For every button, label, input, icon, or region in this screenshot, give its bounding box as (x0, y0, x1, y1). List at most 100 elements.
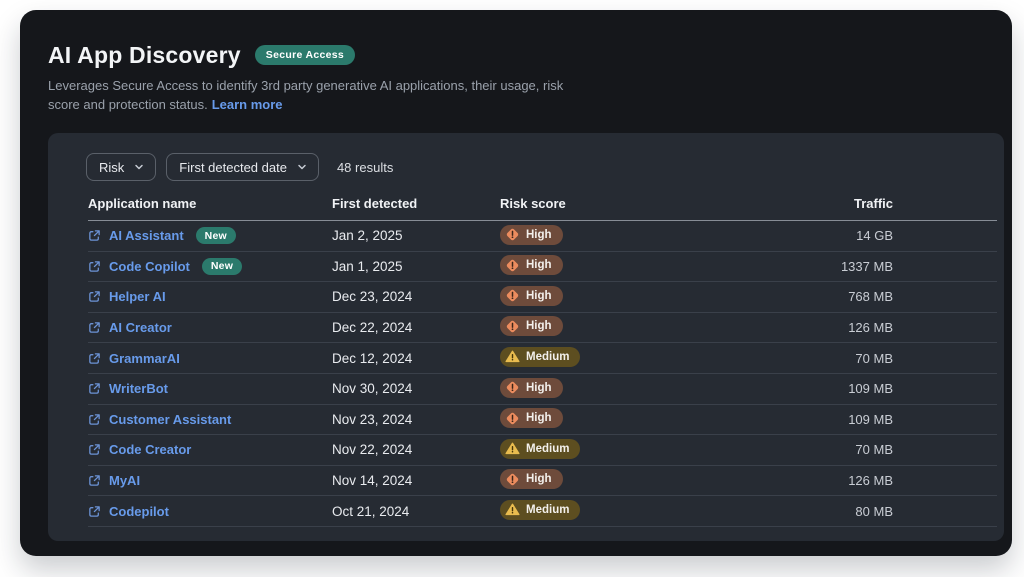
app-link[interactable]: Customer Assistant (88, 412, 231, 427)
table-body: AI Assistant New Jan 2, 2025 High 14 GB (88, 221, 997, 527)
application-name-cell: Code Creator (88, 442, 332, 457)
risk-badge: High (500, 286, 563, 306)
first-detected-value: Jan 2, 2025 (332, 228, 500, 243)
first-detected-date-dropdown[interactable]: First detected date (166, 153, 319, 181)
results-count: 48 results (337, 160, 393, 175)
app-name-label: MyAI (109, 473, 140, 488)
chevron-down-icon (133, 161, 145, 173)
description-line-1: Leverages Secure Access to identify 3rd … (48, 78, 563, 93)
app-link[interactable]: MyAI (88, 473, 140, 488)
table-row: GrammarAI Dec 12, 2024 Medium 70 MB (88, 343, 997, 374)
table-row: Code Creator Nov 22, 2024 Medium 70 MB (88, 435, 997, 466)
risk-badge: High (500, 469, 563, 489)
warning-diamond-icon (505, 472, 520, 487)
table-row: Customer Assistant Nov 23, 2024 High 109… (88, 405, 997, 436)
application-name-cell: GrammarAI (88, 351, 332, 366)
app-link[interactable]: Code Creator (88, 442, 191, 457)
results-card: Risk First detected date 48 results Appl… (48, 133, 1004, 541)
traffic-value: 70 MB (797, 351, 997, 366)
app-name-label: AI Creator (109, 320, 172, 335)
risk-label: High (526, 412, 552, 424)
warning-triangle-icon (505, 349, 520, 364)
traffic-value: 80 MB (797, 504, 997, 519)
risk-badge: Medium (500, 439, 580, 459)
risk-label: Medium (526, 351, 569, 363)
first-detected-value: Nov 14, 2024 (332, 473, 500, 488)
warning-diamond-icon (505, 319, 520, 334)
risk-score-cell: High (500, 378, 797, 401)
external-link-icon (88, 443, 101, 456)
first-detected-value: Dec 12, 2024 (332, 351, 500, 366)
app-name-label: Helper AI (109, 289, 166, 304)
application-name-cell: AI Assistant New (88, 227, 332, 244)
ai-app-discovery-window: AI App Discovery Secure Access Leverages… (20, 10, 1012, 556)
first-detected-value: Oct 21, 2024 (332, 504, 500, 519)
traffic-value: 70 MB (797, 442, 997, 457)
column-header-risk-score: Risk score (500, 196, 797, 211)
risk-badge: High (500, 316, 563, 336)
table-row: WriterBot Nov 30, 2024 High 109 MB (88, 374, 997, 405)
table-row: Helper AI Dec 23, 2024 High 768 MB (88, 282, 997, 313)
risk-label: High (526, 382, 552, 394)
risk-score-cell: Medium (500, 439, 797, 462)
risk-filter-dropdown[interactable]: Risk (86, 153, 156, 181)
warning-triangle-icon (505, 502, 520, 517)
risk-score-cell: Medium (500, 500, 797, 523)
app-name-label: GrammarAI (109, 351, 180, 366)
external-link-icon (88, 321, 101, 334)
traffic-value: 768 MB (797, 289, 997, 304)
risk-badge: Medium (500, 347, 580, 367)
risk-badge: Medium (500, 500, 580, 520)
date-filter-label: First detected date (179, 160, 287, 175)
traffic-value: 1337 MB (797, 259, 997, 274)
first-detected-value: Jan 1, 2025 (332, 259, 500, 274)
warning-diamond-icon (505, 288, 520, 303)
app-name-label: Customer Assistant (109, 412, 231, 427)
risk-badge: High (500, 255, 563, 275)
external-link-icon (88, 260, 101, 273)
app-link[interactable]: AI Assistant (88, 228, 184, 243)
external-link-icon (88, 413, 101, 426)
external-link-icon (88, 229, 101, 242)
risk-score-cell: High (500, 255, 797, 278)
risk-label: High (526, 320, 552, 332)
page-title: AI App Discovery (48, 41, 241, 69)
app-link[interactable]: GrammarAI (88, 351, 180, 366)
new-badge: New (196, 227, 236, 244)
app-link[interactable]: Codepilot (88, 504, 169, 519)
risk-label: High (526, 259, 552, 271)
warning-triangle-icon (505, 441, 520, 456)
first-detected-value: Dec 23, 2024 (332, 289, 500, 304)
table-row: Codepilot Oct 21, 2024 Medium 80 MB (88, 496, 997, 527)
applications-table: Application name First detected Risk sco… (88, 196, 997, 527)
app-link[interactable]: Code Copilot (88, 259, 190, 274)
app-link[interactable]: AI Creator (88, 320, 172, 335)
risk-label: High (526, 229, 552, 241)
learn-more-link[interactable]: Learn more (212, 97, 283, 112)
filter-bar: Risk First detected date 48 results (48, 133, 1004, 181)
warning-diamond-icon (505, 380, 520, 395)
app-link[interactable]: WriterBot (88, 381, 168, 396)
chevron-down-icon (296, 161, 308, 173)
external-link-icon (88, 290, 101, 303)
table-row: MyAI Nov 14, 2024 High 126 MB (88, 466, 997, 497)
risk-badge: High (500, 408, 563, 428)
first-detected-value: Dec 22, 2024 (332, 320, 500, 335)
traffic-value: 109 MB (797, 381, 997, 396)
risk-score-cell: High (500, 225, 797, 248)
risk-label: Medium (526, 443, 569, 455)
traffic-value: 126 MB (797, 473, 997, 488)
risk-score-cell: High (500, 408, 797, 431)
app-name-label: Code Copilot (109, 259, 190, 274)
app-name-label: WriterBot (109, 381, 168, 396)
app-name-label: Code Creator (109, 442, 191, 457)
risk-badge: High (500, 378, 563, 398)
app-link[interactable]: Helper AI (88, 289, 166, 304)
traffic-value: 126 MB (797, 320, 997, 335)
risk-score-cell: High (500, 316, 797, 339)
first-detected-value: Nov 30, 2024 (332, 381, 500, 396)
risk-label: High (526, 473, 552, 485)
risk-score-cell: Medium (500, 347, 797, 370)
table-row: Code Copilot New Jan 1, 2025 High 1337 M… (88, 252, 997, 283)
external-link-icon (88, 382, 101, 395)
